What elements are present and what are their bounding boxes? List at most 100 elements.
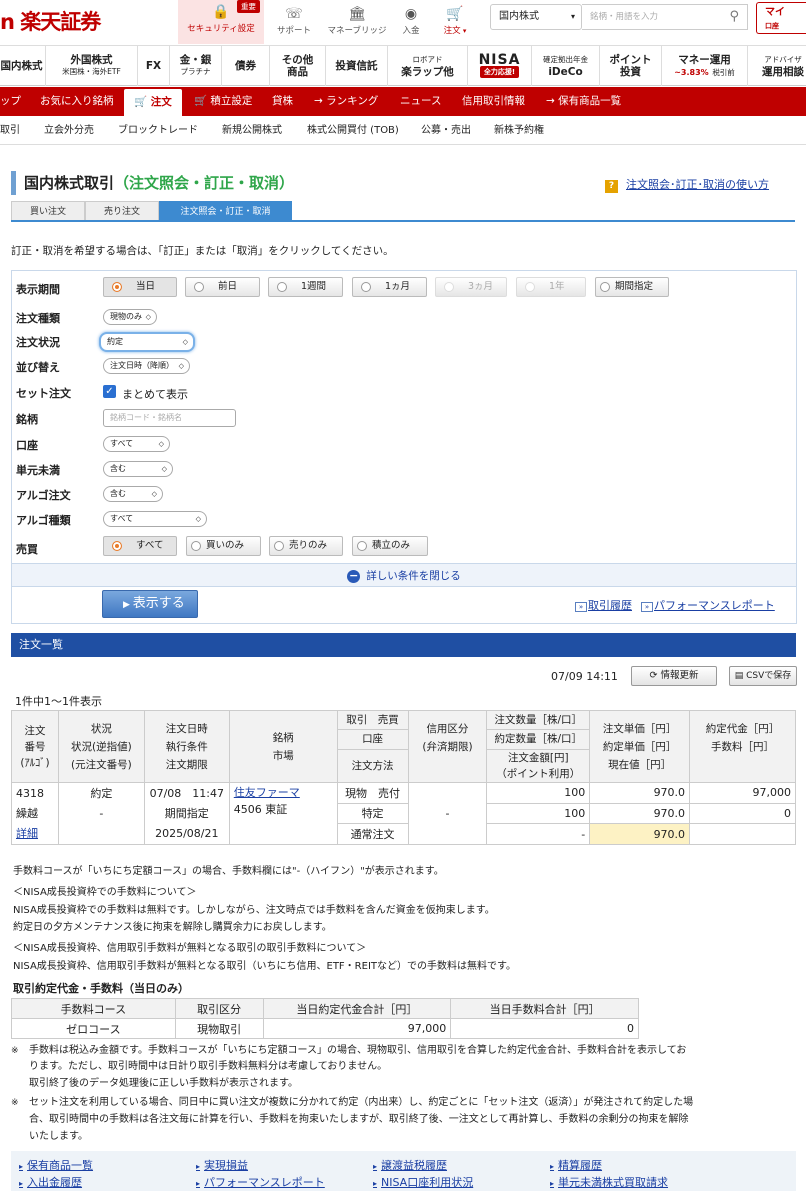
show-button-label: 表示する [132,596,185,611]
menu-top[interactable]: ップ [0,87,21,116]
tab-buy[interactable]: 買い注文 [11,201,85,221]
menu-lending[interactable]: 貸株 [272,87,293,116]
sub-trade[interactable]: 取引 [0,117,20,145]
mypage-button[interactable]: マイ 口座 [756,2,806,34]
set-order-checkbox[interactable]: ✓ [103,385,116,398]
menu-favorites[interactable]: お気に入り銘柄 [40,87,114,116]
performance-link[interactable]: » パフォーマンスレポート [641,597,775,613]
deposit-label: 入金 [402,26,420,36]
nav-item-bond[interactable]: 債券 [222,46,270,86]
link-odd-lot-buyback[interactable]: ▸ 単元未満株式買取請求 [550,1174,668,1190]
menu-news[interactable]: ニュース [400,87,441,116]
order-status-select[interactable]: 約定 ◇ [99,332,195,352]
sub-ipo[interactable]: 新規公開株式 [222,117,282,145]
menu-holdings[interactable]: → 保有商品一覧 [546,87,621,116]
account-select[interactable]: すべて ◇ [103,436,170,452]
stock-name-link[interactable]: 住友ファーマ [234,786,300,799]
link-realized-pl[interactable]: ▸ 実現損益 [196,1157,248,1173]
algo-type-select[interactable]: すべて ◇ [103,511,207,527]
order-label: 注文 [443,26,461,36]
money-bridge-button[interactable]: 🏛 マネーブリッジ [326,2,388,42]
nav-item-roboad[interactable]: ロボアド 楽ラップ他 [388,46,468,86]
trade-history-link[interactable]: » 取引履歴 [575,597,632,613]
support-button[interactable]: ☏ サポート [266,2,322,42]
period-today-radio[interactable]: 当日 [103,277,177,297]
period-3month-radio: 3ヵ月 [435,277,507,297]
link-holdings[interactable]: ▸ 保有商品一覧 [19,1157,93,1173]
link-deposit-history[interactable]: ▸ 入出金履歴 [19,1174,82,1190]
help-link[interactable]: ? 注文照会･訂正･取消の使い方 [605,176,769,193]
cart-icon: 🛒 [194,95,211,107]
nav-item-gold[interactable]: 金・銀 プラチナ [170,46,222,86]
th-line: 約定代金［円］ [705,722,780,735]
trade-all-radio[interactable]: すべて [103,536,177,556]
set-order-label: セット注文 [16,387,71,400]
radio-icon [444,281,454,292]
period-prev-day-radio[interactable]: 前日 [185,277,260,297]
algo-order-select[interactable]: 含む ◇ [103,486,163,502]
sub-tob[interactable]: 株式公開買付 (TOB) [307,117,399,145]
sub-public-offering[interactable]: 公募・売出 [421,117,471,145]
detail-link[interactable]: 詳細 [16,827,38,840]
trade-recurring-radio[interactable]: 積立のみ [352,536,428,556]
link-tax-history[interactable]: ▸ 譲渡益税履歴 [373,1157,447,1173]
chevron-icon: ◇ [158,440,164,448]
link-performance[interactable]: ▸ パフォーマンスレポート [196,1174,325,1190]
search-input[interactable]: 銘柄・用語を入力 ⚲ [582,4,748,30]
detail-toggle[interactable]: − 詳しい条件を閉じる [12,563,796,587]
global-header: n 楽天証券 🔒 セキュリティ設定 重要 ☏ サポート 🏛 マネーブリッジ ◉ … [0,0,806,46]
market-select[interactable]: 国内株式 ▾ [490,4,582,30]
nav-item-fx[interactable]: FX [138,46,170,86]
select-value: 含む [110,489,126,498]
nav-item-point[interactable]: ポイント 投資 [600,46,662,86]
market-select-value: 国内株式 [499,11,539,22]
nav-item-fund[interactable]: 投資信託 [326,46,388,86]
link-nisa-usage[interactable]: ▸ NISA口座利用状況 [373,1174,473,1190]
show-button[interactable]: ▶ 表示する [102,590,198,618]
stock-code: 4506 東証 [233,803,288,816]
account-label: 口座 [16,439,38,452]
nav-item-other[interactable]: その他 商品 [270,46,326,86]
tab-sell[interactable]: 売り注文 [85,201,159,221]
csv-icon: ▤ [734,671,747,681]
menu-recurring[interactable]: 🛒 積立設定 [194,87,252,116]
ticker-input[interactable]: 銘柄コード・銘柄名 [103,409,236,427]
deposit-button[interactable]: ◉ 入金 [388,2,434,42]
order-type-select[interactable]: 現物のみ ◇ [103,309,157,325]
rakuten-logo[interactable]: n 楽天証券 [0,6,101,36]
odd-lot-select[interactable]: 含む ◇ [103,461,173,477]
sub-block[interactable]: ブロックトレード [118,117,198,145]
nav-item-nisa[interactable]: NISA 全力応援! [468,46,532,86]
trade-buy-radio[interactable]: 買いのみ [186,536,261,556]
search-icon[interactable]: ⚲ [729,5,739,29]
nav-label: FX [145,60,162,72]
minus-circle-icon: − [347,568,361,583]
menu-ranking[interactable]: → ランキング [314,87,378,116]
help-link-label: 注文照会･訂正･取消の使い方 [626,178,769,191]
tab-order-inquiry[interactable]: 注文照会・訂正・取消 [159,201,292,221]
csv-download-button[interactable]: ▤ CSVで保存 [729,666,797,686]
order-button[interactable]: 🛒 注文 ▾ [432,2,478,42]
nav-item-foreign-stock[interactable]: 外国株式 米国株・海外ETF [46,46,138,86]
col-amount: 約定代金［円］ 手数料［円］ [689,710,796,783]
nav-item-domestic-stock[interactable]: 国内株式 [0,46,46,86]
sort-select[interactable]: 注文日時（降順） ◇ [103,358,190,374]
nav-item-advisor[interactable]: アドバイザ 運用相談 [748,46,806,86]
menu-order[interactable]: 🛒 注文 [124,89,182,116]
sub-warrant[interactable]: 新株予約権 [494,117,544,145]
period-custom-radio[interactable]: 期間指定 [595,277,669,297]
trade-sell-radio[interactable]: 売りのみ [269,536,343,556]
refresh-button[interactable]: ⟳ 情報更新 [631,666,717,686]
nav-item-ideco[interactable]: 確定拠出年金 iDeCo [532,46,600,86]
period-1week-radio[interactable]: 1週間 [268,277,343,297]
period-1month-radio[interactable]: 1ヵ月 [352,277,427,297]
link-label: 入出金履歴 [27,1176,83,1189]
nav-item-money[interactable]: マネー運用 ~3.83% 税引前 [662,46,748,86]
link-settlement[interactable]: ▸ 精算履歴 [550,1157,602,1173]
th-line: 注文単価［円］ [602,722,677,735]
period-1year-radio: 1年 [516,277,586,297]
sub-offfloor[interactable]: 立会外分売 [44,117,94,145]
menu-margin[interactable]: 信用取引情報 [462,87,525,116]
qty-cell: 100 [486,782,591,804]
page-title-sub: （注文照会・訂正・取消） [114,174,295,192]
